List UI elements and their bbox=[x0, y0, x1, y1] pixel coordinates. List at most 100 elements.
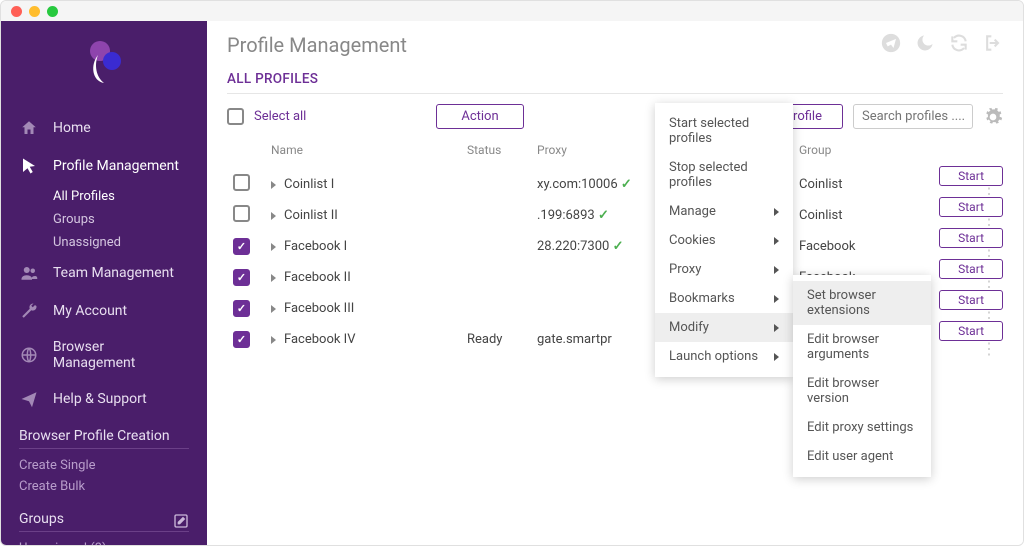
sidebar-group-unassigned[interactable]: Unassigned (0) bbox=[19, 538, 189, 545]
menu-start-selected[interactable]: Start selected profiles bbox=[655, 109, 793, 153]
tab-all-profiles: ALL PROFILES bbox=[227, 71, 1003, 94]
logout-icon[interactable] bbox=[983, 33, 1003, 53]
sidebar-item-profile-management[interactable]: Profile Management bbox=[1, 147, 207, 185]
col-status: Status bbox=[467, 143, 537, 157]
modify-submenu: Set browser extensions Edit browser argu… bbox=[793, 275, 931, 477]
col-name: Name bbox=[271, 143, 467, 157]
profile-name: Coinlist II bbox=[284, 208, 338, 223]
chevron-right-icon bbox=[774, 237, 779, 245]
action-dropdown: Start selected profiles Stop selected pr… bbox=[655, 103, 793, 377]
sidebar-sub-unassigned[interactable]: Unassigned bbox=[53, 231, 207, 254]
start-button[interactable]: Start bbox=[939, 228, 1003, 248]
select-all-checkbox[interactable] bbox=[227, 108, 244, 125]
profile-name: Coinlist I bbox=[284, 177, 334, 192]
row-checkbox[interactable] bbox=[233, 331, 250, 348]
expand-icon[interactable] bbox=[271, 243, 276, 251]
row-checkbox[interactable] bbox=[233, 300, 250, 317]
row-checkbox[interactable] bbox=[233, 269, 250, 286]
sidebar-item-label: My Account bbox=[53, 303, 127, 319]
sidebar-sub-all-profiles[interactable]: All Profiles bbox=[53, 185, 207, 208]
search-input[interactable] bbox=[853, 104, 973, 129]
wrench-icon bbox=[19, 301, 39, 321]
globe-icon bbox=[19, 345, 39, 365]
chevron-right-icon bbox=[774, 295, 779, 303]
sidebar-item-team-management[interactable]: Team Management bbox=[1, 254, 207, 292]
menu-bookmarks[interactable]: Bookmarks bbox=[655, 284, 793, 313]
sidebar-section-profile-creation: Browser Profile Creation bbox=[19, 428, 189, 448]
sidebar-link-create-single[interactable]: Create Single bbox=[19, 455, 189, 476]
moon-icon[interactable] bbox=[915, 33, 935, 53]
row-checkbox[interactable] bbox=[233, 174, 250, 191]
home-icon bbox=[19, 118, 39, 138]
more-icon[interactable]: ⋮ bbox=[975, 339, 1003, 358]
menu-cookies[interactable]: Cookies bbox=[655, 226, 793, 255]
menu-modify[interactable]: Modify bbox=[655, 313, 793, 342]
app-logo bbox=[1, 27, 207, 109]
start-button[interactable]: Start bbox=[939, 197, 1003, 217]
profile-name: Facebook IV bbox=[284, 332, 356, 347]
toolbar: Select all Action New profile bbox=[227, 102, 1003, 135]
sidebar-item-label: Team Management bbox=[53, 265, 174, 281]
menu-launch-options[interactable]: Launch options bbox=[655, 342, 793, 371]
profile-name: Facebook III bbox=[284, 301, 354, 316]
sidebar-item-label: Help & Support bbox=[53, 391, 147, 407]
row-checkbox[interactable] bbox=[233, 238, 250, 255]
chevron-right-icon bbox=[774, 208, 779, 216]
send-icon bbox=[19, 389, 39, 409]
sidebar-item-browser-management[interactable]: Browser Management bbox=[1, 330, 207, 380]
submenu-edit-version[interactable]: Edit browser version bbox=[793, 369, 931, 413]
cursor-icon bbox=[19, 156, 39, 176]
menu-manage[interactable]: Manage bbox=[655, 197, 793, 226]
profile-status: Ready bbox=[467, 332, 537, 347]
start-button[interactable]: Start bbox=[939, 259, 1003, 279]
chevron-right-icon bbox=[774, 353, 779, 361]
col-group: Group bbox=[799, 143, 929, 157]
select-all-label[interactable]: Select all bbox=[254, 109, 306, 124]
profile-group: Facebook bbox=[799, 239, 929, 254]
window-titlebar bbox=[1, 1, 1023, 21]
sidebar-item-help[interactable]: Help & Support bbox=[1, 380, 207, 418]
expand-icon[interactable] bbox=[271, 274, 276, 282]
expand-icon[interactable] bbox=[271, 181, 276, 189]
start-button[interactable]: Start bbox=[939, 166, 1003, 186]
window-minimize-icon[interactable] bbox=[29, 6, 40, 17]
table-row: Facebook I28.220:7300 ✓UnknownFacebookSt… bbox=[227, 231, 1003, 262]
check-icon: ✓ bbox=[598, 208, 609, 223]
main-content: Profile Management ALL PROFILES Select a… bbox=[207, 21, 1023, 545]
sidebar-item-label: Profile Management bbox=[53, 158, 179, 174]
sidebar-section-groups: Groups bbox=[19, 511, 64, 531]
start-button[interactable]: Start bbox=[939, 290, 1003, 310]
expand-icon[interactable] bbox=[271, 212, 276, 220]
submenu-edit-proxy[interactable]: Edit proxy settings bbox=[793, 413, 931, 442]
start-button[interactable]: Start bbox=[939, 321, 1003, 341]
window-close-icon[interactable] bbox=[11, 6, 22, 17]
sidebar-item-my-account[interactable]: My Account bbox=[1, 292, 207, 330]
gear-icon[interactable] bbox=[983, 107, 1003, 127]
submenu-set-extensions[interactable]: Set browser extensions bbox=[793, 281, 931, 325]
check-icon: ✓ bbox=[613, 239, 624, 254]
menu-proxy[interactable]: Proxy bbox=[655, 255, 793, 284]
chevron-right-icon bbox=[774, 324, 779, 332]
sidebar-item-label: Browser Management bbox=[53, 339, 189, 371]
submenu-edit-arguments[interactable]: Edit browser arguments bbox=[793, 325, 931, 369]
sidebar-link-create-bulk[interactable]: Create Bulk bbox=[19, 476, 189, 497]
profile-group: Coinlist bbox=[799, 208, 929, 223]
action-button[interactable]: Action bbox=[436, 104, 523, 129]
sidebar-item-home[interactable]: Home bbox=[1, 109, 207, 147]
telegram-icon[interactable] bbox=[881, 33, 901, 53]
sidebar: Home Profile Management All Profiles Gro… bbox=[1, 21, 207, 545]
expand-icon[interactable] bbox=[271, 336, 276, 344]
check-icon: ✓ bbox=[621, 177, 632, 192]
submenu-edit-user-agent[interactable]: Edit user agent bbox=[793, 442, 931, 471]
table-row: Coinlist Ixy.com:10006 ✓UnknownCoinlistS… bbox=[227, 169, 1003, 200]
menu-stop-selected[interactable]: Stop selected profiles bbox=[655, 153, 793, 197]
window-maximize-icon[interactable] bbox=[47, 6, 58, 17]
edit-icon[interactable] bbox=[173, 513, 189, 529]
profile-name: Facebook I bbox=[284, 239, 347, 254]
sidebar-sub-groups[interactable]: Groups bbox=[53, 208, 207, 231]
row-checkbox[interactable] bbox=[233, 205, 250, 222]
expand-icon[interactable] bbox=[271, 305, 276, 313]
profile-name: Facebook II bbox=[284, 270, 351, 285]
chevron-right-icon bbox=[774, 266, 779, 274]
refresh-icon[interactable] bbox=[949, 33, 969, 53]
